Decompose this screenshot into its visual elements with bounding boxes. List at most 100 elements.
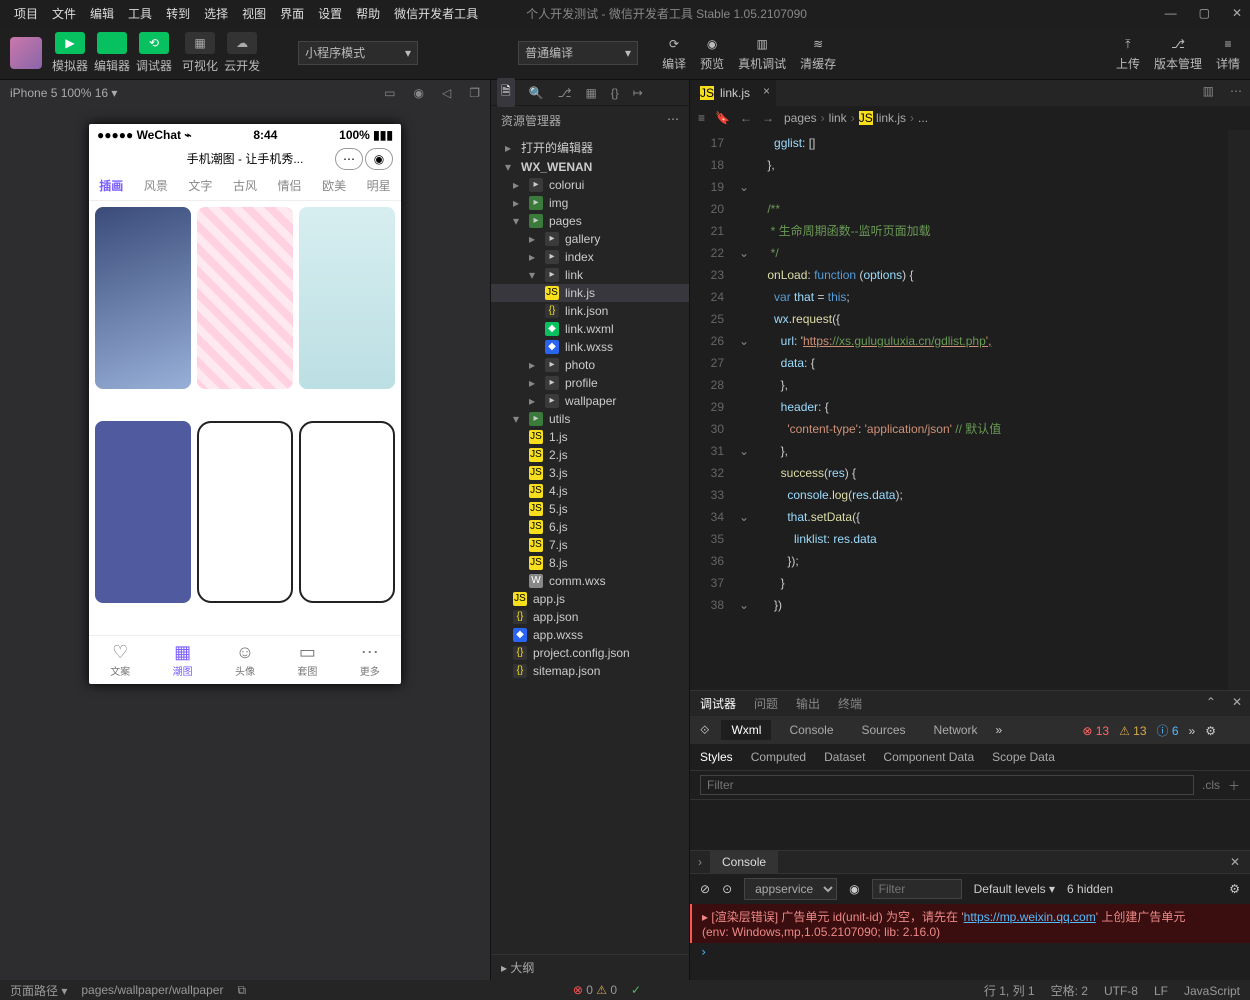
tree-node[interactable]: JS6.js bbox=[491, 518, 689, 536]
chevron-right-icon[interactable]: › bbox=[690, 851, 710, 873]
menu-item[interactable]: 设置 bbox=[312, 2, 348, 25]
devtools-tab[interactable]: Sources bbox=[852, 720, 916, 740]
status-item[interactable]: LF bbox=[1154, 984, 1168, 998]
thumb[interactable] bbox=[95, 421, 191, 603]
status-item[interactable]: JavaScript bbox=[1184, 984, 1240, 998]
maximize-icon[interactable]: ▢ bbox=[1199, 6, 1210, 20]
styles-tab[interactable]: Component Data bbox=[883, 750, 974, 764]
more-icon[interactable]: ⋯ bbox=[1222, 80, 1250, 106]
status-item[interactable]: UTF-8 bbox=[1104, 984, 1138, 998]
editor-tab[interactable]: JSlink.js× bbox=[690, 80, 776, 106]
toolbar-button[interactable]: ⟳编译 bbox=[662, 33, 686, 72]
list-icon[interactable]: ≡ bbox=[698, 111, 705, 125]
more-icon[interactable]: » bbox=[996, 723, 1003, 737]
chevron-up-icon[interactable]: ⌃ bbox=[1206, 695, 1216, 709]
tree-node[interactable]: ▸wallpaper bbox=[491, 392, 689, 410]
tree-node[interactable]: ▸utils bbox=[491, 410, 689, 428]
devtools-tab[interactable]: Wxml bbox=[721, 720, 771, 740]
tree-section[interactable]: 打开的编辑器 bbox=[491, 137, 689, 158]
devtools-tab[interactable]: Console bbox=[779, 720, 843, 740]
tree-node[interactable]: JS1.js bbox=[491, 428, 689, 446]
panel-tab[interactable]: 调试器 bbox=[700, 695, 736, 712]
category-tab[interactable]: 情侣 bbox=[278, 177, 302, 194]
toolbar-button[interactable]: ▶模拟器 bbox=[52, 32, 88, 74]
menu-item[interactable]: 转到 bbox=[160, 2, 196, 25]
more-icon[interactable]: » bbox=[1189, 724, 1196, 738]
menu-item[interactable]: 工具 bbox=[122, 2, 158, 25]
tree-node[interactable]: JS3.js bbox=[491, 464, 689, 482]
copy-icon[interactable]: ⧉ bbox=[237, 983, 246, 998]
panel-tab[interactable]: 终端 bbox=[838, 695, 862, 712]
category-tab[interactable]: 古风 bbox=[233, 177, 257, 194]
styles-filter-input[interactable] bbox=[700, 775, 1194, 795]
page-path[interactable]: pages/wallpaper/wallpaper bbox=[81, 983, 223, 997]
close-tab-icon[interactable]: × bbox=[763, 84, 770, 98]
inspect-icon[interactable]: ⟐ bbox=[700, 723, 709, 738]
clear-icon[interactable]: ⊘ bbox=[700, 882, 710, 896]
close-icon[interactable]: ✕ bbox=[1232, 695, 1242, 709]
thumb[interactable] bbox=[197, 421, 293, 603]
menu-item[interactable]: 视图 bbox=[236, 2, 272, 25]
menu-item[interactable]: 微信开发者工具 bbox=[388, 2, 484, 25]
branch-icon[interactable]: ⎇ bbox=[558, 86, 572, 100]
toolbar-button[interactable]: ⤒上传 bbox=[1116, 33, 1140, 72]
tree-node[interactable]: JS2.js bbox=[491, 446, 689, 464]
compile-dropdown[interactable]: 普通编译▾ bbox=[518, 41, 638, 65]
nav-back-icon[interactable]: ← bbox=[740, 111, 752, 125]
toolbar-button[interactable]: 编辑器 bbox=[94, 32, 130, 74]
tree-node[interactable]: JSapp.js bbox=[491, 590, 689, 608]
panel-tab[interactable]: 输出 bbox=[796, 695, 820, 712]
sim-tool-icon[interactable]: ◉ bbox=[414, 86, 424, 100]
toolbar-button[interactable]: ⎇版本管理 bbox=[1154, 33, 1202, 72]
tree-node[interactable]: ◆link.wxml bbox=[491, 320, 689, 338]
toolbar-button[interactable]: ≡详情 bbox=[1216, 33, 1240, 72]
tree-node[interactable]: ▸gallery bbox=[491, 230, 689, 248]
tree-node[interactable]: JS4.js bbox=[491, 482, 689, 500]
capsule-menu-icon[interactable]: ⋯ bbox=[335, 148, 363, 170]
toolbar-button[interactable]: ☁云开发 bbox=[224, 32, 260, 74]
nav-fwd-icon[interactable]: → bbox=[762, 111, 774, 125]
sim-tool-icon[interactable]: ❐ bbox=[469, 86, 480, 100]
styles-tab[interactable]: Scope Data bbox=[992, 750, 1055, 764]
bottom-tab[interactable]: ▦潮图 bbox=[173, 642, 193, 678]
status-item[interactable]: 空格: 2 bbox=[1051, 984, 1088, 998]
tree-node[interactable]: ▸photo bbox=[491, 356, 689, 374]
tree-node[interactable]: Wcomm.wxs bbox=[491, 572, 689, 590]
split-icon[interactable]: ▥ bbox=[1195, 80, 1222, 106]
thumb[interactable] bbox=[95, 207, 191, 389]
console-filter-input[interactable] bbox=[872, 879, 962, 899]
console-prompt[interactable]: › bbox=[690, 943, 1250, 961]
tree-node[interactable]: {}link.json bbox=[491, 302, 689, 320]
tree-node[interactable]: JS8.js bbox=[491, 554, 689, 572]
styles-tab[interactable]: Computed bbox=[751, 750, 806, 764]
stop-icon[interactable]: ⊙ bbox=[722, 882, 732, 896]
close-icon[interactable]: ✕ bbox=[1232, 6, 1242, 20]
thumb[interactable] bbox=[299, 421, 395, 603]
toolbar-button[interactable]: ◉预览 bbox=[700, 33, 724, 72]
category-tab[interactable]: 文字 bbox=[188, 177, 212, 194]
menu-item[interactable]: 界面 bbox=[274, 2, 310, 25]
devtools-tab[interactable]: Network bbox=[924, 720, 988, 740]
bottom-tab[interactable]: ▭套图 bbox=[297, 642, 317, 678]
gear-icon[interactable]: ⚙ bbox=[1229, 882, 1240, 896]
tree-node[interactable]: ▸index bbox=[491, 248, 689, 266]
toolbar-button[interactable]: ▥真机调试 bbox=[738, 33, 786, 72]
tree-node[interactable]: ▸colorui bbox=[491, 176, 689, 194]
category-tab[interactable]: 欧美 bbox=[322, 177, 346, 194]
tree-node[interactable]: ▸img bbox=[491, 194, 689, 212]
bottom-tab[interactable]: ⋯更多 bbox=[360, 642, 380, 678]
category-tab[interactable]: 插画 bbox=[99, 177, 123, 194]
plus-icon[interactable]: ＋ bbox=[1228, 777, 1240, 794]
minimize-icon[interactable]: — bbox=[1165, 6, 1177, 20]
category-tab[interactable]: 风景 bbox=[144, 177, 168, 194]
thumb[interactable] bbox=[197, 207, 293, 389]
tree-node[interactable]: ◆app.wxss bbox=[491, 626, 689, 644]
menu-item[interactable]: 项目 bbox=[8, 2, 44, 25]
sim-tool-icon[interactable]: ◁ bbox=[442, 86, 451, 100]
tree-root[interactable]: WX_WENAN bbox=[491, 158, 689, 176]
close-icon[interactable]: ✕ bbox=[1220, 855, 1250, 869]
menu-item[interactable]: 帮助 bbox=[350, 2, 386, 25]
category-tab[interactable]: 明星 bbox=[367, 177, 391, 194]
scope-select[interactable]: appservice bbox=[744, 878, 837, 900]
breadcrumb[interactable]: pages›link›JS link.js›... bbox=[784, 111, 928, 125]
